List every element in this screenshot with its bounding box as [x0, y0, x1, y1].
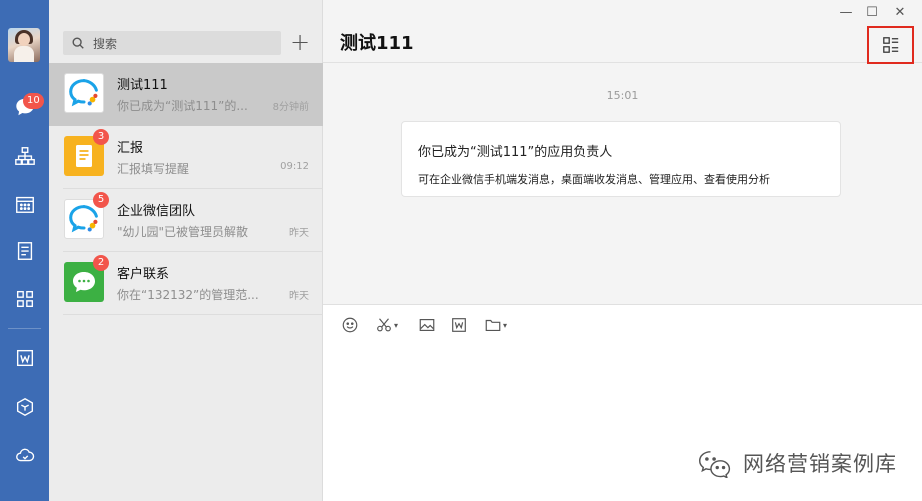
search-icon	[72, 37, 84, 49]
search-input[interactable]: 搜索	[63, 31, 281, 55]
app-details-button[interactable]	[867, 26, 914, 64]
emoji-button[interactable]	[341, 315, 359, 335]
conversation-title: 测试111	[117, 78, 168, 93]
chat-unread-badge: 10	[23, 93, 44, 109]
add-button[interactable]: +	[289, 30, 311, 56]
cloud-icon[interactable]	[10, 440, 40, 470]
app-grid-icon	[882, 37, 898, 53]
maximize-button[interactable]: ☐	[858, 3, 886, 21]
watermark-text: 网络营销案例库	[743, 452, 897, 476]
watermark: 网络营销案例库	[697, 448, 897, 478]
conversation-time: 8分钟前	[272, 102, 309, 113]
chat-pane: 测试111 — ☐ ✕ 15:01 你已成为“测试111”的应用负责人 可在企业…	[323, 0, 922, 501]
conversation-time: 昨天	[289, 291, 309, 302]
conversation-title: 客户联系	[117, 267, 170, 282]
search-placeholder: 搜索	[93, 37, 118, 51]
unread-badge: 5	[93, 192, 109, 208]
document-icon[interactable]	[10, 236, 40, 266]
weidoc-icon	[452, 318, 466, 332]
chevron-down-icon[interactable]: ▾	[394, 321, 398, 330]
contacts-org-icon[interactable]	[10, 141, 40, 171]
conversation-time: 09:12	[280, 161, 309, 172]
cube-icon[interactable]	[10, 392, 40, 422]
file-button[interactable]: ▾	[484, 315, 507, 335]
conversation-preview: "幼儿园"已被管理员解散	[117, 225, 249, 239]
conversation-item-customer-contact[interactable]: 2 客户联系 你在“132132”的管理范... 昨天	[49, 252, 323, 315]
weidoc-button[interactable]	[450, 315, 468, 335]
conversation-list-panel: 搜索 + 测试111 你已成为“测试111”的... 8分钟前 3 汇报 汇报填…	[49, 0, 323, 501]
chat-title: 测试111	[340, 33, 414, 54]
workbench-apps-icon[interactable]	[10, 284, 40, 314]
folder-icon	[485, 319, 501, 331]
rail-divider	[8, 328, 41, 329]
wechat-logo-icon	[698, 450, 731, 478]
conversation-title: 汇报	[117, 141, 144, 156]
calendar-icon[interactable]	[10, 189, 40, 219]
close-button[interactable]: ✕	[886, 3, 914, 21]
conversation-item-report[interactable]: 3 汇报 汇报填写提醒 09:12	[49, 126, 323, 189]
conversation-preview: 汇报填写提醒	[117, 162, 190, 176]
conversation-item-wecom-team[interactable]: 5 企业微信团队 "幼儿园"已被管理员解散 昨天	[49, 189, 323, 252]
unread-badge: 3	[93, 129, 109, 145]
message-timestamp: 15:01	[606, 89, 639, 102]
system-message-card: 你已成为“测试111”的应用负责人 可在企业微信手机端发消息，桌面端收发消息、管…	[401, 121, 841, 197]
row-divider	[63, 314, 323, 315]
conversation-preview: 你已成为“测试111”的...	[117, 99, 248, 113]
weidoc-icon[interactable]	[10, 343, 40, 373]
system-message-detail: 可在企业微信手机端发消息，桌面端收发消息、管理应用、查看使用分析	[418, 173, 770, 186]
left-nav-rail: 10	[0, 0, 49, 501]
system-message-title: 你已成为“测试111”的应用负责人	[418, 145, 613, 160]
conversation-time: 昨天	[289, 228, 309, 239]
image-button[interactable]	[418, 315, 436, 335]
user-avatar[interactable]	[8, 28, 40, 62]
conversation-item-test111[interactable]: 测试111 你已成为“测试111”的... 8分钟前	[49, 63, 323, 126]
scissors-icon	[377, 318, 391, 332]
conversation-preview: 你在“132132”的管理范...	[117, 288, 259, 302]
chat-header: 测试111 — ☐ ✕	[323, 0, 922, 64]
emoji-icon	[342, 317, 358, 333]
image-icon	[419, 319, 435, 331]
conversation-title: 企业微信团队	[117, 204, 196, 219]
minimize-button[interactable]: —	[832, 3, 860, 21]
unread-badge: 2	[93, 255, 109, 271]
chevron-down-icon[interactable]: ▾	[503, 321, 507, 330]
screenshot-button[interactable]: ▾	[375, 315, 398, 335]
message-input-area[interactable]: ▾ ▾ 网络营销案例库	[323, 304, 922, 501]
wecom-app-avatar	[64, 73, 104, 113]
